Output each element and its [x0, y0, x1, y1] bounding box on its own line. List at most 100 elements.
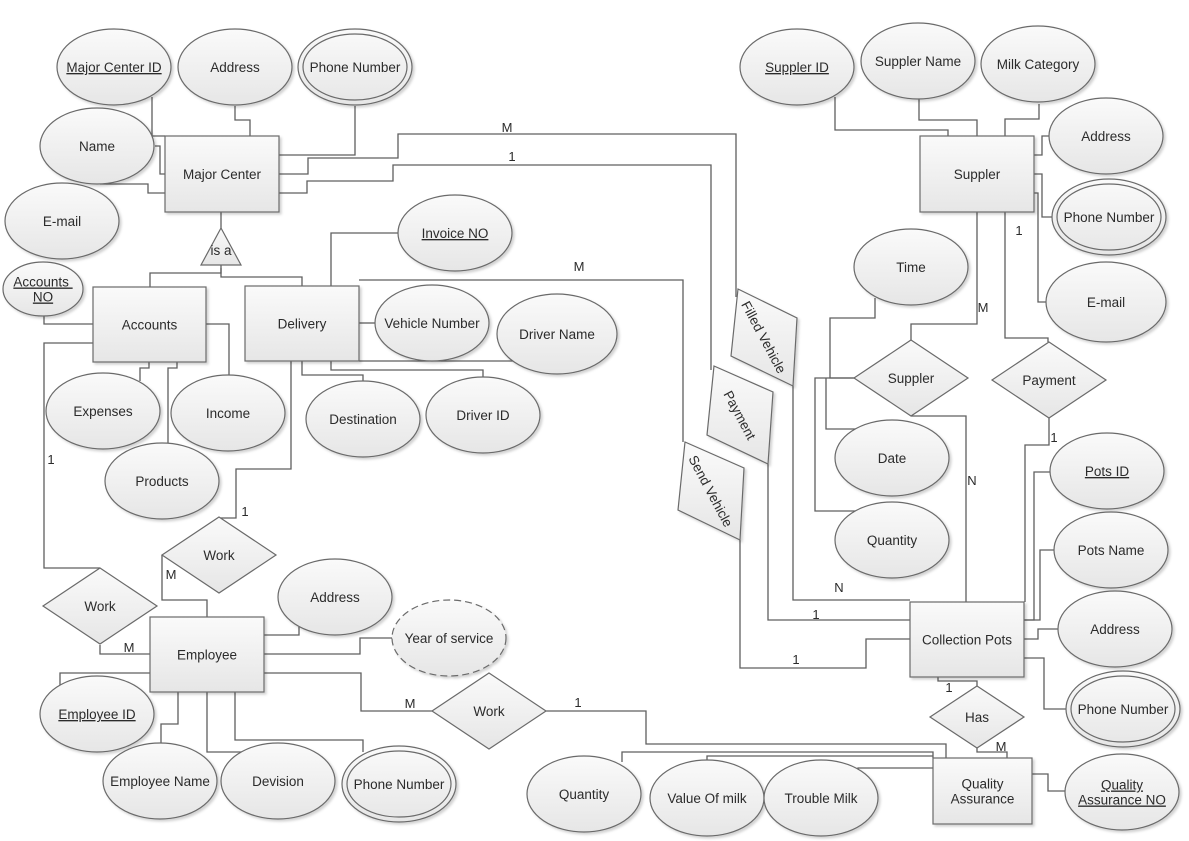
label-line: Driver ID	[456, 408, 509, 423]
label-line: Employee	[177, 648, 237, 663]
attribute-cp-address[interactable]: Address	[1057, 590, 1173, 668]
relationship-rel-work-accounts[interactable]: Work	[41, 567, 159, 645]
cardinality-label: 1	[47, 452, 54, 467]
relationship-rel-has[interactable]: Has	[928, 685, 1026, 749]
label-line: Address	[1081, 129, 1131, 144]
attribute-emp-name[interactable]: Employee Name	[102, 742, 218, 820]
attribute-sup-name[interactable]: Suppler Name	[860, 22, 976, 100]
label-line: Date	[878, 451, 907, 466]
attribute-label: Name	[79, 139, 115, 154]
connector	[825, 378, 856, 430]
connector	[829, 298, 876, 379]
attribute-mc-name[interactable]: Name	[39, 107, 155, 185]
entity-quality-assurance[interactable]: Quality Assurance	[932, 757, 1033, 825]
label-line: Major Center ID	[66, 60, 162, 75]
attribute-rs-quantity[interactable]: Quantity	[834, 501, 950, 579]
attribute-qa-quantity[interactable]: Quantity	[526, 755, 642, 833]
cardinality-label: M	[405, 696, 416, 711]
attribute-acc-expenses[interactable]: Expenses	[45, 372, 161, 450]
entity-collection-pots[interactable]: Collection Pots	[909, 601, 1025, 678]
attribute-emp-phone[interactable]: Phone Number	[341, 745, 457, 823]
connector	[1032, 773, 1066, 792]
attribute-acc-income[interactable]: Income	[170, 374, 286, 452]
attribute-emp-id[interactable]: Employee ID	[39, 675, 155, 753]
connector	[834, 97, 949, 136]
attribute-qa-value[interactable]: Value Of milk	[649, 759, 765, 837]
label-line: Income	[206, 406, 250, 421]
attribute-mc-email[interactable]: E-mail	[4, 182, 120, 260]
label-line: Work	[84, 599, 116, 614]
label-line: Devision	[252, 774, 304, 789]
attribute-sup-email[interactable]: E-mail	[1045, 261, 1167, 343]
connector	[546, 710, 947, 758]
attribute-emp-division[interactable]: Devision	[220, 742, 336, 820]
entity-employee[interactable]: Employee	[149, 616, 265, 693]
attribute-qa-no[interactable]: Quality Assurance NO	[1064, 753, 1180, 831]
connector	[301, 361, 364, 382]
label-line: Quantity	[867, 533, 918, 548]
relationship-rel-work-delivery[interactable]: Work	[160, 516, 278, 594]
connector	[1024, 418, 1050, 602]
label-line: Accounts	[13, 275, 72, 290]
label-line: Has	[965, 710, 989, 725]
label-line: Address	[1090, 622, 1140, 637]
attribute-label: Employee ID	[58, 707, 136, 722]
relationship-rel-payment[interactable]: Payment	[990, 341, 1108, 419]
attribute-del-driver-name[interactable]: Driver Name	[496, 293, 618, 375]
connector	[151, 97, 165, 137]
attribute-del-driver-id[interactable]: Driver ID	[425, 376, 541, 454]
entity-accounts[interactable]: Accounts	[92, 286, 207, 363]
label-line: Suppler Name	[875, 54, 961, 69]
cardinality-label: M	[978, 300, 989, 315]
label-line: Phone Number	[1078, 702, 1169, 717]
entity-suppler[interactable]: Suppler	[919, 135, 1035, 213]
relationship-rel-work-qa[interactable]: Work	[430, 672, 548, 750]
attribute-cp-name[interactable]: Pots Name	[1053, 511, 1169, 589]
attribute-acc-no[interactable]: Accounts NO	[2, 261, 84, 317]
attribute-label: Suppler Name	[875, 54, 961, 69]
label-line: Phone Number	[310, 60, 401, 75]
label-line: Driver Name	[519, 327, 595, 342]
attribute-label: Driver Name	[519, 327, 595, 342]
attribute-sup-phone[interactable]: Phone Number	[1051, 178, 1167, 256]
attribute-sup-address[interactable]: Address	[1048, 97, 1164, 175]
attribute-emp-years[interactable]: Year of service	[391, 599, 507, 677]
attribute-del-destination[interactable]: Destination	[305, 380, 421, 458]
connector	[234, 692, 364, 752]
attribute-mc-address[interactable]: Address	[177, 28, 293, 106]
isa-triangle[interactable]: is a	[199, 226, 243, 266]
attribute-rs-date[interactable]: Date	[834, 419, 950, 497]
attribute-sup-id[interactable]: Suppler ID	[739, 28, 855, 106]
label-line: Destination	[329, 412, 397, 427]
attribute-del-invoice[interactable]: Invoice NO	[397, 194, 513, 272]
attribute-cp-id[interactable]: Pots ID	[1049, 432, 1165, 510]
label-line: Suppler	[954, 167, 1001, 182]
attribute-sup-milk[interactable]: Milk Category	[980, 25, 1096, 103]
label-line: Suppler	[888, 371, 935, 386]
attribute-qa-trouble[interactable]: Trouble Milk	[763, 759, 879, 837]
attribute-mc-id[interactable]: Major Center ID	[56, 28, 172, 106]
attribute-label: Products	[135, 474, 189, 489]
label-line: Assurance	[951, 792, 1015, 807]
attribute-del-vehicle[interactable]: Vehicle Number	[374, 284, 490, 362]
connector	[330, 361, 484, 379]
connector	[220, 268, 303, 286]
attribute-mc-phone[interactable]: Phone Number	[297, 28, 413, 106]
label-line: Work	[203, 548, 235, 563]
attribute-acc-products[interactable]: Products	[104, 442, 220, 520]
relationship-rel-suppler[interactable]: Suppler	[852, 339, 970, 417]
entity-delivery[interactable]: Delivery	[244, 285, 360, 362]
entity-major-center[interactable]: Major Center	[164, 135, 280, 213]
label-line: Pots Name	[1078, 543, 1145, 558]
relationship-rel-send-vehicle[interactable]: Send Vehicle	[677, 441, 745, 541]
relationship-rel-payment-skew[interactable]: Payment	[706, 365, 774, 465]
cardinality-label: N	[967, 473, 976, 488]
attribute-label: Phone Number	[1078, 702, 1169, 717]
attribute-rs-time[interactable]: Time	[853, 228, 969, 306]
attribute-cp-phone[interactable]: Phone Number	[1065, 670, 1181, 748]
attribute-label: Date	[878, 451, 907, 466]
relationship-rel-filled-vehicle[interactable]: Filled Vehicle	[730, 288, 798, 387]
label-line: Quality	[1101, 778, 1143, 793]
connector	[264, 637, 392, 655]
attribute-emp-address[interactable]: Address	[277, 558, 393, 636]
